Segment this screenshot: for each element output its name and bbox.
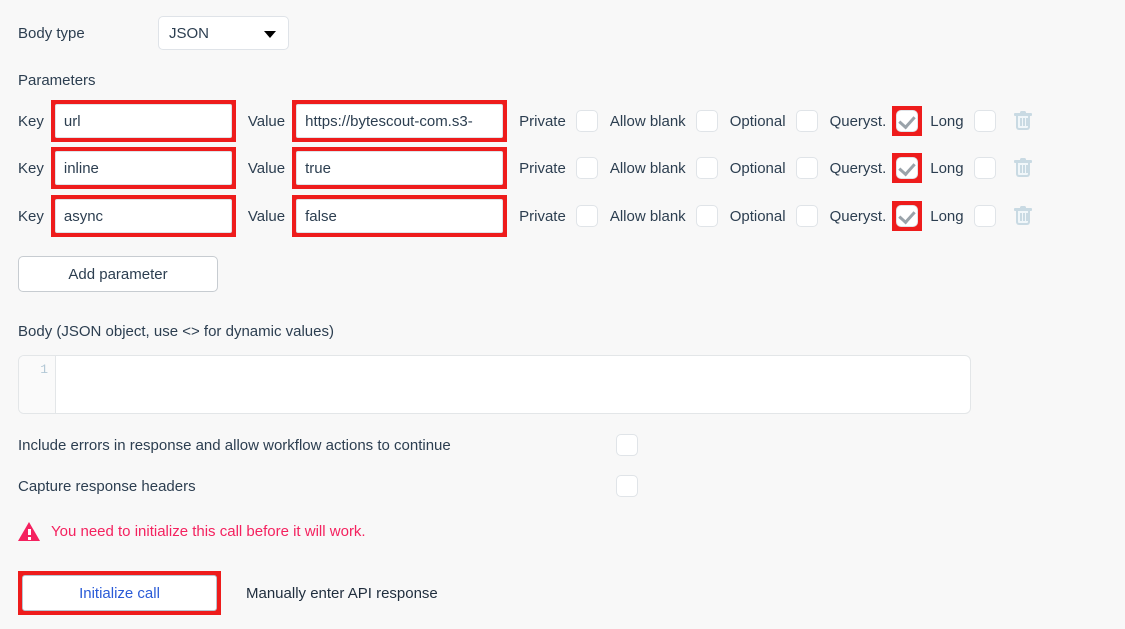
- key-label: Key: [18, 113, 44, 130]
- private-label: Private: [519, 113, 566, 130]
- querystring-checkbox[interactable]: [896, 110, 918, 132]
- value-input-highlight: https://bytescout-com.s3-: [292, 100, 507, 142]
- parameter-row: Key inline Value true Private Allow blan…: [18, 148, 1032, 188]
- value-input-value: https://bytescout-com.s3-: [305, 113, 494, 130]
- key-input-highlight: async: [51, 195, 236, 237]
- private-checkbox[interactable]: [576, 110, 598, 132]
- querystring-checkbox-highlight: [892, 201, 922, 231]
- body-type-select[interactable]: JSON: [158, 16, 289, 50]
- long-label: Long: [930, 113, 963, 130]
- key-input-value: inline: [64, 160, 99, 177]
- value-label: Value: [248, 160, 285, 177]
- querystring-label: Queryst.: [830, 160, 887, 177]
- long-label: Long: [930, 208, 963, 225]
- key-input[interactable]: inline: [55, 151, 232, 185]
- warning-text: You need to initialize this call before …: [51, 523, 366, 540]
- editor-line-number: 1: [19, 356, 56, 413]
- optional-checkbox[interactable]: [796, 205, 818, 227]
- capture-headers-checkbox[interactable]: [616, 475, 638, 497]
- long-checkbox[interactable]: [974, 157, 996, 179]
- allow-blank-label: Allow blank: [610, 208, 686, 225]
- allow-blank-checkbox[interactable]: [696, 157, 718, 179]
- body-type-selected-value: JSON: [169, 25, 209, 42]
- capture-headers-label: Capture response headers: [18, 478, 196, 495]
- private-label: Private: [519, 160, 566, 177]
- include-errors-checkbox[interactable]: [616, 434, 638, 456]
- manually-enter-api-response-link[interactable]: Manually enter API response: [246, 585, 438, 602]
- body-editor[interactable]: 1: [18, 355, 971, 414]
- warning-triangle-icon: [18, 522, 40, 541]
- optional-label: Optional: [730, 113, 786, 130]
- value-input-value: false: [305, 208, 494, 225]
- optional-label: Optional: [730, 160, 786, 177]
- add-parameter-button[interactable]: Add parameter: [18, 256, 218, 292]
- body-type-row: Body type JSON: [18, 16, 289, 50]
- value-input-highlight: false: [292, 195, 507, 237]
- allow-blank-checkbox[interactable]: [696, 205, 718, 227]
- key-input[interactable]: async: [55, 199, 232, 233]
- optional-checkbox[interactable]: [796, 110, 818, 132]
- querystring-checkbox-highlight: [892, 153, 922, 183]
- allow-blank-label: Allow blank: [610, 113, 686, 130]
- value-input-highlight: true: [292, 147, 507, 189]
- trash-icon[interactable]: [1014, 111, 1032, 131]
- querystring-checkbox[interactable]: [896, 157, 918, 179]
- parameter-row: Key url Value https://bytescout-com.s3- …: [18, 101, 1032, 141]
- chevron-down-icon: [264, 31, 276, 38]
- long-checkbox[interactable]: [974, 205, 996, 227]
- value-input-value: true: [305, 160, 494, 177]
- body-editor-label: Body (JSON object, use <> for dynamic va…: [18, 323, 334, 340]
- long-checkbox[interactable]: [974, 110, 996, 132]
- capture-headers-row: Capture response headers: [18, 475, 638, 497]
- querystring-label: Queryst.: [830, 208, 887, 225]
- trash-icon[interactable]: [1014, 158, 1032, 178]
- key-label: Key: [18, 208, 44, 225]
- optional-checkbox[interactable]: [796, 157, 818, 179]
- long-label: Long: [930, 160, 963, 177]
- value-label: Value: [248, 113, 285, 130]
- querystring-label: Queryst.: [830, 113, 887, 130]
- action-bar: Initialize call Manually enter API respo…: [18, 571, 438, 615]
- allow-blank-label: Allow blank: [610, 160, 686, 177]
- parameter-row: Key async Value false Private Allow blan…: [18, 196, 1032, 236]
- key-input-value: async: [64, 208, 103, 225]
- key-input-value: url: [64, 113, 81, 130]
- key-input-highlight: inline: [51, 147, 236, 189]
- initialize-call-highlight: Initialize call: [18, 571, 221, 615]
- key-input-highlight: url: [51, 100, 236, 142]
- optional-label: Optional: [730, 208, 786, 225]
- include-errors-label: Include errors in response and allow wor…: [18, 437, 451, 454]
- initialize-call-button[interactable]: Initialize call: [22, 575, 217, 611]
- warning-message: You need to initialize this call before …: [18, 522, 366, 541]
- key-label: Key: [18, 160, 44, 177]
- value-input[interactable]: https://bytescout-com.s3-: [296, 104, 503, 138]
- querystring-checkbox[interactable]: [896, 205, 918, 227]
- allow-blank-checkbox[interactable]: [696, 110, 718, 132]
- private-label: Private: [519, 208, 566, 225]
- body-type-label: Body type: [18, 25, 158, 42]
- value-label: Value: [248, 208, 285, 225]
- key-input[interactable]: url: [55, 104, 232, 138]
- value-input[interactable]: true: [296, 151, 503, 185]
- include-errors-row: Include errors in response and allow wor…: [18, 434, 638, 456]
- editor-code-area[interactable]: [56, 356, 970, 413]
- private-checkbox[interactable]: [576, 205, 598, 227]
- trash-icon[interactable]: [1014, 206, 1032, 226]
- querystring-checkbox-highlight: [892, 106, 922, 136]
- value-input[interactable]: false: [296, 199, 503, 233]
- private-checkbox[interactable]: [576, 157, 598, 179]
- parameters-section-title: Parameters: [18, 72, 96, 89]
